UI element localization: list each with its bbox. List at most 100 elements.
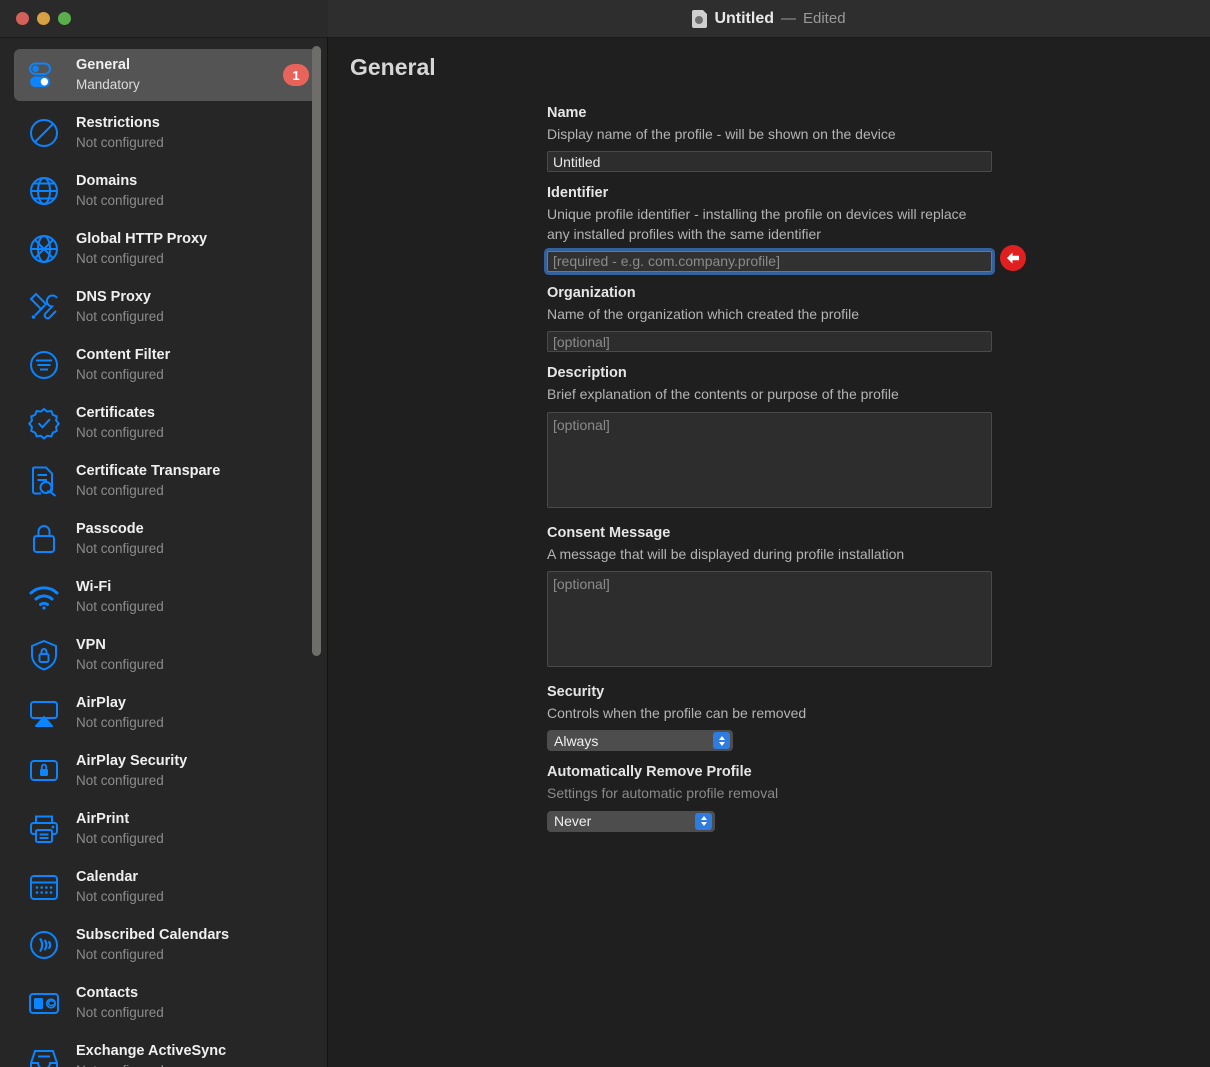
field-name: Name Display name of the profile - will … bbox=[547, 103, 992, 173]
description-label: Description bbox=[547, 365, 627, 382]
auto-remove-label: Automatically Remove Profile bbox=[547, 764, 752, 781]
sidebar-item-status: Not configured bbox=[76, 424, 164, 440]
minimize-button[interactable] bbox=[37, 12, 50, 25]
sidebar-item-calendar[interactable]: Calendar Not configured bbox=[0, 858, 327, 916]
page-title: General bbox=[350, 54, 436, 80]
sidebar-item-dns-proxy[interactable]: DNS Proxy Not configured bbox=[0, 278, 327, 336]
auto-remove-select[interactable]: NeverOn DateAfter Interval bbox=[547, 810, 715, 832]
window-body: General Mandatory 1 Restrictions Not configu… bbox=[0, 38, 1210, 1067]
sidebar-item-label: DNS Proxy bbox=[76, 289, 151, 306]
document-search-icon bbox=[24, 461, 64, 501]
sidebar-item-passcode[interactable]: Passcode Not configured bbox=[0, 510, 327, 568]
field-security: Security Controls when the profile can b… bbox=[547, 682, 992, 752]
sidebar-item-label: AirPlay bbox=[76, 695, 126, 712]
sidebar-item-label: Wi-Fi bbox=[76, 579, 112, 596]
organization-help: Name of the organization which created t… bbox=[547, 305, 860, 322]
sidebar-item-text: Content Filter Not configured bbox=[76, 346, 309, 384]
field-organization: Organization Name of the organization wh… bbox=[547, 283, 992, 353]
sidebar-item-label: Domains bbox=[76, 173, 138, 190]
sidebar-item-text: Restrictions Not configured bbox=[76, 114, 309, 152]
name-help: Display name of the profile - will be sh… bbox=[547, 126, 896, 143]
window-title: Untitled — Edited bbox=[328, 0, 1210, 37]
sidebar-item-badge: 1 bbox=[283, 64, 309, 86]
sidebar-item-subscribed-calendars[interactable]: Subscribed Calendars Not configured bbox=[0, 916, 327, 974]
sidebar-item-domains[interactable]: Domains Not configured bbox=[0, 162, 327, 220]
consent-message-textarea[interactable] bbox=[547, 570, 992, 667]
sidebar-item-airplay-security[interactable]: AirPlay Security Not configured bbox=[0, 742, 327, 800]
sidebar-item-exchange-activesync[interactable]: Exchange ActiveSync Not configured bbox=[0, 1032, 327, 1067]
lock-icon bbox=[24, 519, 64, 559]
sidebar-item-text: Calendar Not configured bbox=[76, 868, 309, 906]
sidebar-item-label: Subscribed Calendars bbox=[76, 927, 230, 944]
sidebar-item-contacts[interactable]: Contacts Not configured bbox=[0, 974, 327, 1032]
identifier-input[interactable] bbox=[547, 250, 992, 272]
sidebar-item-airplay[interactable]: AirPlay Not configured bbox=[0, 684, 327, 742]
sidebar-item-inner: AirPlay Not configured bbox=[14, 687, 317, 739]
left-arrow-icon bbox=[1000, 244, 1026, 271]
sidebar-item-status: Not configured bbox=[76, 946, 164, 962]
sidebar-item-text: Domains Not configured bbox=[76, 172, 309, 210]
sidebar-item-label: AirPrint bbox=[76, 811, 130, 828]
sidebar-item-text: DNS Proxy Not configured bbox=[76, 288, 309, 326]
security-select[interactable]: AlwaysWith AuthorizationNever bbox=[547, 730, 733, 752]
titlebar: Untitled — Edited bbox=[0, 0, 1210, 38]
sidebar-item-inner: Certificates Not configured bbox=[14, 397, 317, 449]
sidebar-item-status: Not configured bbox=[76, 772, 164, 788]
security-label: Security bbox=[547, 683, 605, 700]
globe-proxy-icon bbox=[24, 229, 64, 269]
sidebar-item-status: Not configured bbox=[76, 134, 164, 150]
printer-icon bbox=[24, 809, 64, 849]
window-title-name: Untitled bbox=[714, 9, 774, 27]
window-title-separator: — bbox=[781, 10, 796, 27]
toggles-icon bbox=[24, 55, 64, 95]
sidebar-item-inner: Certificate Transpare Not configured bbox=[14, 455, 317, 507]
description-textarea[interactable] bbox=[547, 411, 992, 508]
contact-card-icon bbox=[24, 983, 64, 1023]
sidebar-item-label: Global HTTP Proxy bbox=[76, 231, 208, 248]
field-auto-remove: Automatically Remove Profile Settings fo… bbox=[547, 762, 992, 832]
zoom-button[interactable] bbox=[58, 12, 71, 25]
field-description: Description Brief explanation of the con… bbox=[547, 363, 992, 508]
name-input[interactable] bbox=[547, 151, 992, 173]
sidebar-item-certificate-transpare[interactable]: Certificate Transpare Not configured bbox=[0, 452, 327, 510]
sidebar-item-wi-fi[interactable]: Wi-Fi Not configured bbox=[0, 568, 327, 626]
airplay-lock-icon bbox=[24, 751, 64, 791]
sidebar-item-inner: Global HTTP Proxy Not configured bbox=[14, 223, 317, 275]
name-label: Name bbox=[547, 105, 587, 121]
sidebar-item-status: Not configured bbox=[76, 714, 164, 730]
sidebar-item-status: Not configured bbox=[76, 308, 164, 324]
sidebar-item-text: General Mandatory bbox=[76, 56, 277, 94]
sidebar-scrollbar[interactable] bbox=[312, 46, 321, 656]
sidebar-item-inner: Restrictions Not configured bbox=[14, 107, 317, 159]
sidebar-item-airprint[interactable]: AirPrint Not configured bbox=[0, 800, 327, 858]
sidebar-item-status: Not configured bbox=[76, 1004, 164, 1020]
sidebar-item-label: Calendar bbox=[76, 869, 139, 886]
sidebar-item-text: Subscribed Calendars Not configured bbox=[76, 926, 309, 964]
organization-input[interactable] bbox=[547, 331, 992, 353]
sidebar-item-status: Not configured bbox=[76, 540, 164, 556]
broadcast-icon bbox=[24, 925, 64, 965]
no-entry-icon bbox=[24, 113, 64, 153]
sidebar-item-text: Certificates Not configured bbox=[76, 404, 309, 442]
payload-list: General Mandatory 1 Restrictions Not configu… bbox=[0, 38, 327, 1067]
sidebar-item-content-filter[interactable]: Content Filter Not configured bbox=[0, 336, 327, 394]
sidebar-item-status: Not configured bbox=[76, 482, 164, 498]
sidebar-item-label: Contacts bbox=[76, 985, 139, 1002]
inbox-icon bbox=[24, 1041, 64, 1067]
sidebar-item-status: Not configured bbox=[76, 656, 164, 672]
sidebar-item-label: Certificate Transpare bbox=[76, 463, 221, 480]
sidebar-item-label: VPN bbox=[76, 637, 106, 654]
sidebar-item-vpn[interactable]: VPN Not configured bbox=[0, 626, 327, 684]
sidebar-item-inner: VPN Not configured bbox=[14, 629, 317, 681]
sidebar-item-text: Certificate Transpare Not configured bbox=[76, 462, 309, 500]
sidebar-item-certificates[interactable]: Certificates Not configured bbox=[0, 394, 327, 452]
sidebar-item-global-http-proxy[interactable]: Global HTTP Proxy Not configured bbox=[0, 220, 327, 278]
sidebar-item-text: Passcode Not configured bbox=[76, 520, 309, 558]
sidebar-item-inner: Contacts Not configured bbox=[14, 977, 317, 1029]
sidebar-item-status: Mandatory bbox=[76, 76, 140, 92]
close-button[interactable] bbox=[16, 12, 29, 25]
sidebar-item-general[interactable]: General Mandatory 1 bbox=[0, 46, 327, 104]
tools-icon bbox=[24, 287, 64, 327]
identifier-help: Unique profile identifier - installing t… bbox=[547, 206, 967, 242]
sidebar-item-restrictions[interactable]: Restrictions Not configured bbox=[0, 104, 327, 162]
